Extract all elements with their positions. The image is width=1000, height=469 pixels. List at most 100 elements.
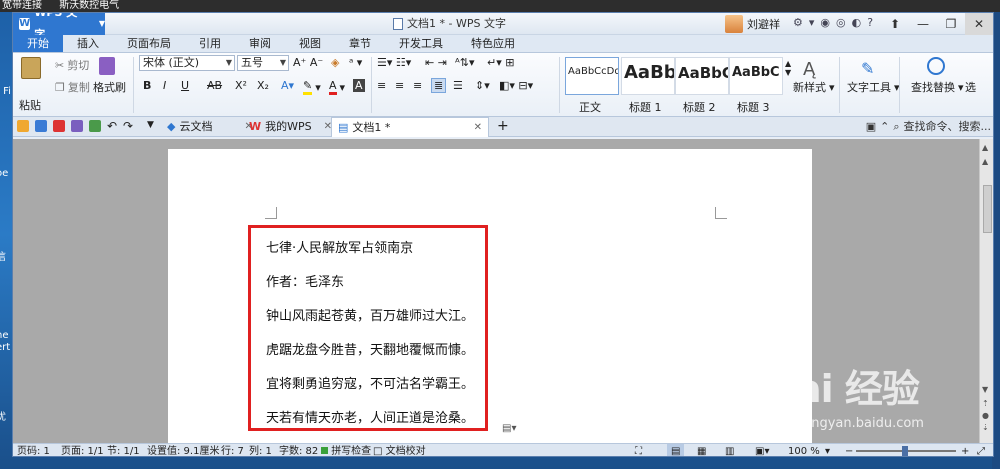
comment-icon[interactable]: ▣ (866, 119, 876, 135)
pinyin-icon[interactable]: ᵃ ▾ (349, 56, 362, 69)
select-browse-icon[interactable]: ● (982, 411, 989, 420)
text-tools-icon[interactable]: ✎ (861, 59, 874, 78)
tab-cloud-docs[interactable]: ◆ 云文档 ✕ (167, 117, 253, 137)
indent-icon[interactable]: ⇤ ⇥ (425, 56, 447, 69)
new-style-button[interactable]: 新样式 ▾ (793, 79, 835, 95)
reading-view-icon[interactable]: ▣▾ (755, 444, 769, 456)
vertical-scrollbar[interactable]: ▲ ▲ ▼ ⇡ ● ⇣ (979, 139, 993, 443)
font-color-icon[interactable]: A ▾ (329, 79, 345, 95)
help-icon[interactable]: ? (867, 16, 873, 29)
align-left-icon[interactable]: ≡ (377, 79, 386, 92)
cut-button[interactable]: ✂ 剪切 (55, 57, 89, 73)
status-col[interactable]: 列: 1 (249, 444, 272, 456)
zoom-dropdown-icon[interactable]: ▾ (825, 444, 830, 456)
scroll-thumb[interactable] (983, 185, 992, 233)
tab-insert[interactable]: 插入 (63, 35, 113, 52)
chevron-up-icon[interactable]: ⌃ (880, 119, 889, 135)
save-icon[interactable] (35, 120, 47, 132)
status-pages[interactable]: 页面: 1/1 (61, 444, 104, 456)
undo-icon[interactable]: ↶ (107, 119, 117, 133)
bullets-icon[interactable]: ☰▾ ☷▾ (377, 56, 411, 69)
pin-icon[interactable]: ⬆ (881, 13, 909, 35)
tab-document-1[interactable]: ▤ 文档1 * ✕ (331, 117, 489, 137)
paste-label[interactable]: 粘贴 (19, 97, 41, 113)
status-page-number[interactable]: 页码: 1 (17, 444, 50, 456)
close-button[interactable]: ✕ (965, 13, 993, 35)
status-row[interactable]: 行: 7 (221, 444, 244, 456)
settings-icon[interactable]: ◎ (836, 16, 846, 29)
tab-chapter[interactable]: 章节 (335, 35, 385, 52)
tab-page-layout[interactable]: 页面布局 (113, 35, 185, 52)
subscript-button[interactable]: X₂ (257, 79, 269, 92)
clear-format-icon[interactable]: ◈ (331, 56, 339, 69)
status-word-count[interactable]: 字数: 82 (279, 444, 318, 456)
desktop-item-broadband[interactable]: 宽带连接 (2, 0, 42, 11)
select-button[interactable]: 选 (965, 79, 976, 95)
maximize-button[interactable]: ❐ (937, 13, 965, 35)
poem-line[interactable]: 虎踞龙盘今胜昔，天翻地覆慨而慷。 (266, 339, 474, 358)
dropdown-icon[interactable]: ▾ (809, 16, 815, 29)
distribute-icon[interactable]: ☰ (453, 79, 463, 92)
preview-icon[interactable] (89, 120, 101, 132)
char-shading-icon[interactable]: A (353, 79, 365, 92)
tab-home[interactable]: 开始 (13, 35, 63, 52)
search-input[interactable]: 查找命令、搜索... (904, 119, 992, 135)
style-scroll[interactable]: ▲ ▼ (785, 59, 791, 77)
style-heading-2[interactable]: AaBbC (675, 57, 729, 95)
zoom-in-icon[interactable]: + (961, 444, 969, 456)
document-page[interactable]: 七律·人民解放军占领南京 作者：毛泽东 钟山风雨起苍黄，百万雄师过大江。 虎踞龙… (168, 149, 812, 443)
format-painter-label[interactable]: 格式刷 (93, 79, 126, 95)
tab-view[interactable]: 视图 (285, 35, 335, 52)
text-tools-button[interactable]: 文字工具 ▾ (847, 79, 900, 95)
scroll-down-icon[interactable]: ▼ (982, 385, 988, 394)
format-painter-button[interactable] (99, 57, 115, 75)
poem-author[interactable]: 作者：毛泽东 (266, 271, 344, 290)
zoom-value[interactable]: 100 % (788, 444, 820, 456)
redo-icon[interactable]: ↷ (123, 119, 133, 133)
find-replace-button[interactable]: 查找替换 ▾ (911, 79, 964, 95)
fit-icon[interactable]: ⤢ (977, 444, 985, 456)
poem-line[interactable]: 钟山风雨起苍黄，百万雄师过大江。 (266, 305, 474, 324)
tab-features[interactable]: 特色应用 (457, 35, 529, 52)
share-icon[interactable]: ◉ (820, 16, 830, 29)
tab-references[interactable]: 引用 (185, 35, 235, 52)
command-search[interactable]: ▣ ⌃ ⌕ 查找命令、搜索... (866, 119, 991, 135)
line-spacing-icon[interactable]: ⇕▾ (475, 79, 490, 92)
align-right-icon[interactable]: ≡ (413, 79, 422, 92)
paste-options-icon[interactable]: ▤▾ (502, 423, 516, 434)
find-replace-icon[interactable] (927, 57, 945, 75)
spell-check-toggle[interactable]: 拼写检查 (321, 444, 371, 456)
highlight-icon[interactable]: ✎ ▾ (303, 79, 321, 95)
next-page-icon[interactable]: ⇣ (982, 423, 989, 432)
print-icon[interactable] (71, 120, 83, 132)
minimize-button[interactable]: — (909, 13, 937, 35)
justify-icon[interactable]: ≣ (431, 78, 447, 93)
shading-icon[interactable]: ◧▾ ⊟▾ (499, 79, 533, 92)
proofread-toggle[interactable]: □ 文档校对 (373, 444, 426, 456)
feedback-icon[interactable]: ◐ (852, 16, 862, 29)
paste-button[interactable] (21, 57, 41, 79)
tab-developer[interactable]: 开发工具 (385, 35, 457, 52)
font-size-select[interactable]: 五号 ▼ (237, 55, 289, 71)
align-center-icon[interactable]: ≡ (395, 79, 404, 92)
prev-page-icon[interactable]: ⇡ (982, 399, 989, 408)
status-setting[interactable]: 设置值: 9.1厘米 (147, 444, 219, 456)
open-icon[interactable] (17, 120, 29, 132)
status-section[interactable]: 节: 1/1 (107, 444, 140, 456)
poem-line[interactable]: 天若有情天亦老，人间正道是沧桑。 (266, 407, 474, 426)
show-marks-icon[interactable]: ↵▾ ⊞ (487, 56, 514, 69)
poem-title[interactable]: 七律·人民解放军占领南京 (266, 237, 413, 256)
page-view-icon[interactable]: ▤ (667, 444, 685, 456)
desktop-item-app[interactable]: 斯沃数控电气 (59, 0, 119, 11)
superscript-button[interactable]: X² (235, 79, 247, 92)
style-heading-3[interactable]: AaBbC (729, 57, 783, 95)
close-icon[interactable]: ✕ (474, 118, 482, 138)
zoom-out-icon[interactable]: − (845, 444, 853, 456)
italic-button[interactable]: I (163, 79, 166, 92)
sort-icon[interactable]: ᴬ⇅▾ (455, 56, 474, 69)
strikethrough-button[interactable]: AB (207, 79, 222, 92)
font-name-select[interactable]: 宋体 (正文) ▼ (139, 55, 235, 71)
tab-my-wps[interactable]: W 我的WPS ✕ (249, 117, 332, 137)
text-effect-icon[interactable]: A▾ (281, 79, 294, 92)
web-view-icon[interactable]: ▥ (725, 444, 734, 456)
